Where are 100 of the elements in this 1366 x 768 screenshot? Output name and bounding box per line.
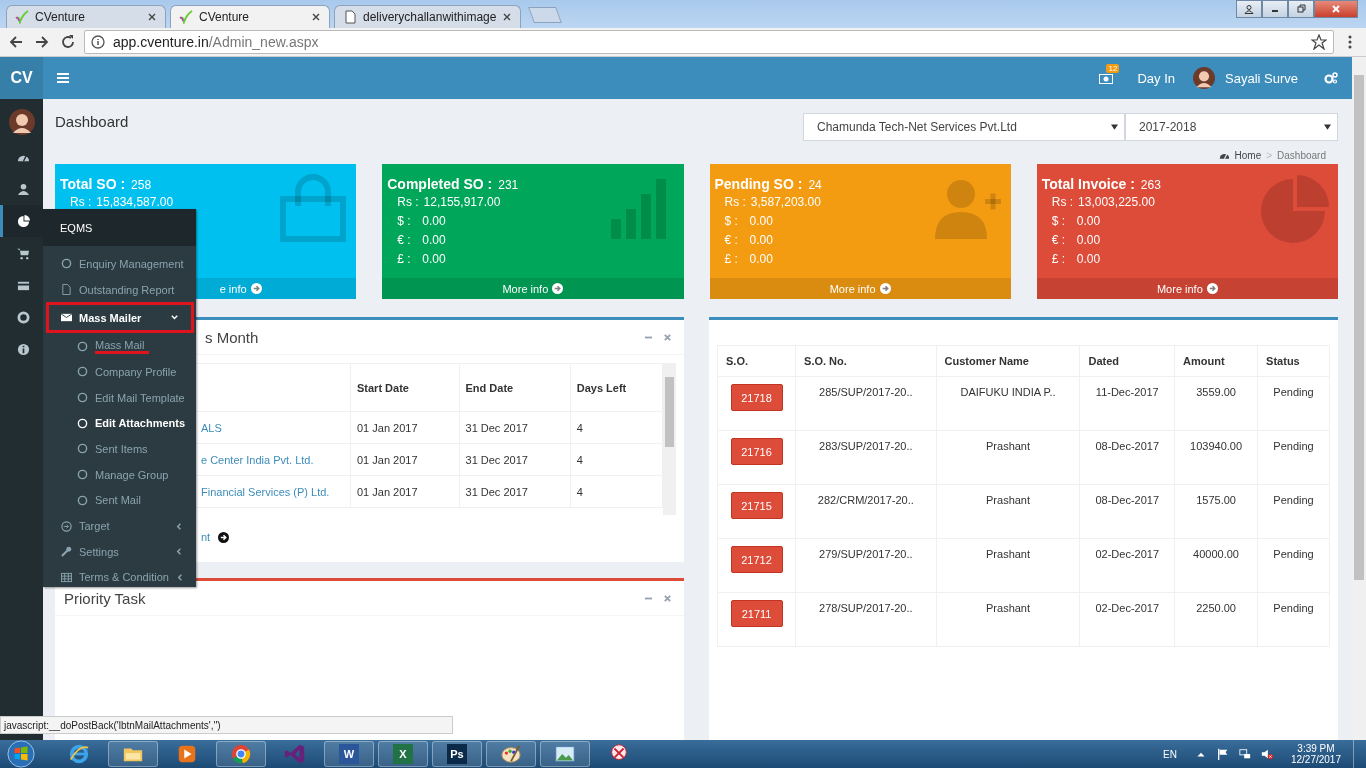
close-icon [1331, 4, 1341, 14]
submenu-item[interactable]: Edit Attachments [43, 410, 196, 437]
menu-item[interactable]: Outstanding Report [43, 276, 196, 303]
caret-icon [1324, 124, 1331, 130]
taskbar-app[interactable] [108, 741, 158, 767]
palette-icon [500, 743, 522, 765]
menu-item[interactable]: Settings [43, 538, 196, 565]
menu-item[interactable]: Target [43, 513, 196, 539]
app-letter-icon: X [393, 744, 413, 764]
arrow-right-icon[interactable] [218, 531, 230, 543]
clock-time[interactable]: 3:39 PM [1297, 743, 1335, 754]
sales-order-button[interactable]: 21716 [730, 438, 783, 465]
table-cell: 285/SUP/2017-20.. [819, 386, 913, 398]
file-icon [61, 284, 72, 296]
table-cell: Prashant [986, 440, 1031, 452]
browser-tab[interactable]: CVenture [6, 5, 166, 28]
profile-button[interactable] [1236, 0, 1262, 18]
year-dropdown[interactable]: 2017-2018 [1125, 113, 1338, 141]
back-icon[interactable] [8, 34, 24, 50]
lifebuoy-icon [16, 310, 30, 324]
table-cell: Pending [1273, 386, 1314, 398]
taskbar-app[interactable] [540, 741, 590, 767]
play-icon [176, 743, 198, 765]
table-cell: 08-Dec-2017 [1095, 494, 1160, 506]
currency-label: Rs : [1051, 194, 1074, 211]
browser-tab[interactable]: deliverychallanwithimage [334, 5, 522, 28]
close-icon[interactable] [147, 12, 157, 22]
taskbar-app[interactable] [486, 741, 536, 767]
circle-icon [77, 494, 88, 506]
currency-value: 0.00 [422, 251, 446, 268]
clock-date[interactable]: 12/27/2017 [1290, 754, 1341, 765]
money-icon[interactable] [1099, 74, 1114, 84]
currency-label: $ : [1051, 213, 1067, 230]
close-icon[interactable] [502, 12, 513, 22]
day-in-link[interactable]: Day In [1137, 70, 1175, 86]
close-button[interactable] [1314, 0, 1358, 18]
company-link[interactable]: e Center India Pvt. Ltd. [201, 453, 314, 466]
submenu-item[interactable]: Company Profile [43, 359, 196, 385]
circle-icon [77, 469, 88, 481]
page-scrollbar[interactable] [1352, 57, 1366, 740]
menu-icon[interactable] [57, 73, 69, 83]
reload-icon[interactable] [60, 34, 76, 50]
user-name[interactable]: Sayali Surve [1225, 70, 1298, 86]
menu-item[interactable]: Mass Mailer [46, 302, 194, 334]
sales-order-button[interactable]: 21718 [730, 384, 783, 411]
scrollbar[interactable] [663, 363, 676, 515]
submenu-item[interactable]: Sent Items [43, 436, 196, 462]
taskbar-app[interactable] [216, 741, 266, 767]
taskbar-app[interactable]: W [324, 741, 374, 767]
language-indicator[interactable]: EN [1163, 748, 1177, 760]
app-logo[interactable]: CV [0, 57, 43, 99]
more-info-link[interactable]: More info [829, 282, 876, 295]
sales-order-button[interactable]: 21715 [730, 492, 783, 519]
view-all-link[interactable]: nt [201, 531, 211, 543]
restore-button[interactable] [1288, 0, 1314, 18]
restore-icon [1296, 4, 1306, 14]
bookmark-star-icon[interactable] [1311, 34, 1327, 50]
card-count: 24 [808, 178, 822, 192]
taskbar-app[interactable]: Ps [432, 741, 482, 767]
table-cell: 31 Dec 2017 [465, 421, 528, 434]
more-info-link[interactable]: e info [219, 282, 247, 295]
muted-speaker-icon[interactable] [1260, 748, 1273, 760]
currency-label: Rs : [724, 194, 746, 211]
more-info-link[interactable]: More info [502, 282, 549, 295]
menu-item[interactable]: Terms & Condition [43, 564, 196, 591]
more-info-link[interactable]: More info [1156, 282, 1203, 295]
sales-order-button[interactable]: 21712 [730, 546, 783, 573]
company-dropdown[interactable]: Chamunda Tech-Net Services Pvt.Ltd [803, 113, 1125, 141]
close-icon[interactable] [311, 12, 321, 22]
submenu-item[interactable]: Mass Mail [43, 333, 196, 360]
browser-tab[interactable]: CVenture [170, 5, 330, 28]
company-link[interactable]: ALS [201, 421, 222, 434]
table-cell: 4 [576, 421, 583, 434]
table-cell: 283/SUP/2017-20.. [819, 440, 913, 452]
menu-item[interactable]: Enquiry Management [43, 251, 196, 277]
network-icon[interactable] [1238, 748, 1251, 760]
currency-label: £ : [724, 251, 739, 268]
company-link[interactable]: Financial Services (P) Ltd. [201, 485, 330, 498]
sales-order-button[interactable]: 21711 [730, 600, 783, 627]
avatar-icon[interactable] [1193, 67, 1215, 89]
currency-label: € : [1051, 232, 1067, 249]
submenu-item[interactable]: Edit Mail Template [43, 384, 196, 411]
breadcrumb-item: Dashboard [1277, 150, 1326, 161]
taskbar-app[interactable]: X [378, 741, 428, 767]
table-cell: Prashant [986, 602, 1031, 614]
submenu-item[interactable]: Sent Mail [43, 487, 196, 514]
sidebar-item[interactable] [0, 205, 43, 237]
column-header: Dated [1088, 355, 1120, 367]
circle-icon [61, 258, 72, 270]
minimize-button[interactable] [1262, 0, 1288, 18]
submenu-item[interactable]: Manage Group [43, 461, 196, 488]
breadcrumb-item[interactable]: Home [1234, 150, 1262, 161]
forward-icon[interactable] [34, 34, 50, 50]
flag-icon[interactable] [1216, 748, 1229, 760]
circle-icon [77, 366, 88, 378]
gears-icon[interactable] [1324, 72, 1338, 84]
currency-label: $ : [724, 213, 739, 230]
address-bar[interactable]: app.cventure.in/Admin_new.aspx [84, 30, 1334, 54]
start-button[interactable] [6, 740, 36, 768]
page-title: Dashboard [55, 112, 130, 130]
